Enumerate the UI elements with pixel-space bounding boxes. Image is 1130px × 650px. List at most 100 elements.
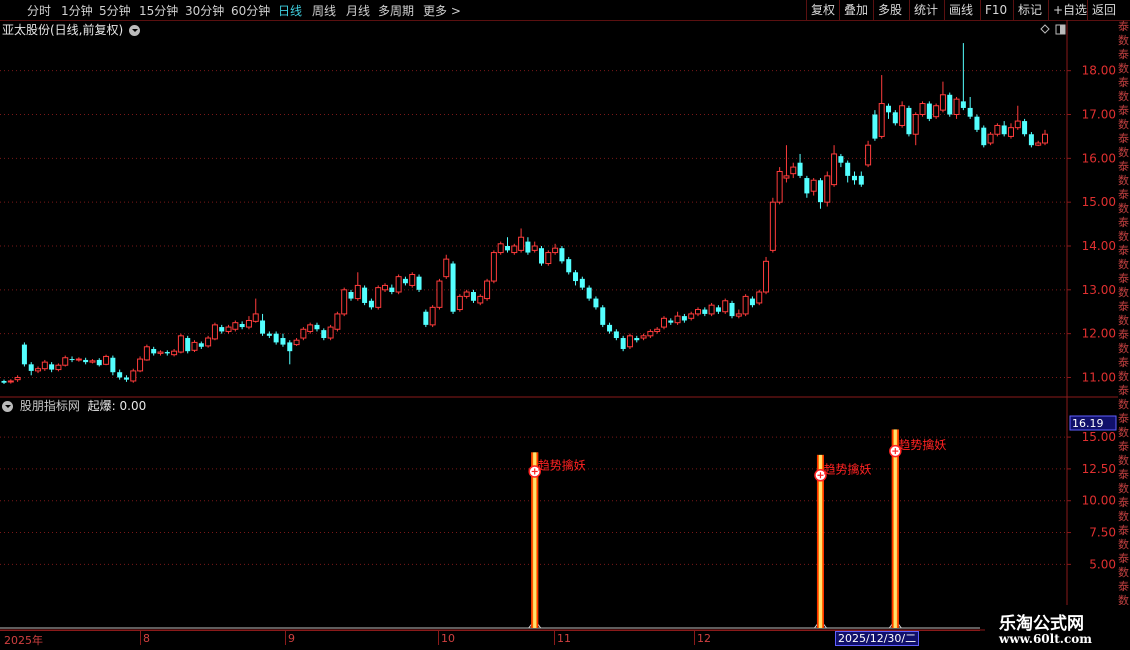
signal-label: 趋势擒妖 (823, 461, 871, 476)
candle-body (695, 309, 701, 315)
candle-body (735, 313, 742, 317)
candle-body (953, 98, 960, 116)
candle-body (899, 105, 906, 126)
candle-body (191, 341, 198, 351)
candle-body (939, 94, 946, 111)
candle-body (273, 333, 279, 343)
candle-body (947, 94, 953, 115)
candle-body (443, 258, 450, 278)
candle-body (497, 243, 504, 254)
candle-body (674, 315, 681, 324)
candle-body (668, 320, 674, 323)
signal-bar-edge (536, 452, 539, 628)
candle-body (518, 236, 525, 251)
candle-body (1, 380, 7, 383)
candle-body (872, 114, 878, 139)
candle-body (409, 273, 416, 286)
candle-body (470, 292, 476, 301)
candle-body (450, 263, 456, 312)
candle-body (715, 307, 721, 312)
candle-body (293, 339, 300, 346)
candle-body (314, 324, 320, 330)
candle-body (1014, 120, 1021, 129)
price-axis-label: 17.00 (1082, 108, 1116, 122)
candle-body (490, 252, 497, 282)
candle-body (151, 348, 157, 354)
candle-body (626, 335, 633, 348)
date-axis-month: 10 (441, 632, 455, 645)
candle-body (600, 307, 606, 325)
candle-body (810, 179, 817, 192)
candle-body (348, 292, 354, 299)
date-axis-year: 2025年 (4, 634, 43, 647)
date-axis-month: 12 (697, 632, 711, 645)
candle-body (35, 368, 42, 372)
candle-body (640, 335, 647, 339)
candle-body (933, 105, 940, 118)
candle-body (368, 300, 374, 308)
price-axis-label: 12.00 (1082, 327, 1116, 341)
candle-body (62, 357, 69, 366)
candle-body (593, 298, 599, 308)
candle-body (573, 272, 579, 282)
candle-body (75, 358, 82, 361)
candle-body (960, 101, 966, 108)
candle-body (974, 116, 980, 130)
candle-body (613, 331, 619, 339)
candle-body (708, 304, 715, 315)
candle-body (300, 328, 307, 339)
candle-body (817, 180, 823, 203)
candle-body (117, 372, 123, 378)
signal-bar-edge (897, 429, 899, 628)
candle-body (981, 127, 987, 146)
candle-body (28, 364, 34, 371)
price-axis-label: 16.00 (1082, 151, 1116, 165)
candle-body (681, 316, 687, 321)
candle-body (198, 343, 204, 347)
candle-body (429, 306, 436, 326)
candle-body (49, 364, 55, 370)
candle-body (463, 291, 470, 297)
candle-body (926, 103, 932, 119)
candle-body (769, 201, 776, 251)
candle-body (89, 360, 96, 363)
price-axis-label: 15.00 (1082, 195, 1116, 209)
candle-body (185, 338, 191, 352)
candle-body (790, 166, 797, 175)
candle-body (334, 313, 341, 330)
indicator-title-bar: 股朋指标网 起爆: 0.00 (2, 398, 146, 414)
candle-body (402, 278, 408, 284)
candle-body (354, 284, 361, 300)
candle-body (96, 359, 102, 366)
candle-body (423, 311, 429, 325)
watermark-url: www.60lt.com (999, 632, 1092, 646)
date-axis: 2025年 8 9 10 11 12 (0, 630, 980, 647)
candle-body (143, 346, 150, 361)
candle-body (660, 317, 667, 328)
candle-body (389, 287, 395, 293)
candle-body (103, 355, 110, 365)
candle-body (245, 319, 252, 328)
candle-body (634, 338, 640, 341)
candle-body (130, 370, 137, 382)
chevron-down-icon[interactable] (2, 401, 13, 412)
candle-body (260, 320, 266, 334)
candle-body (177, 335, 184, 353)
signal-label: 趋势擒妖 (898, 437, 946, 452)
candle-body (55, 364, 62, 371)
candle-body (559, 248, 565, 262)
candle-body (525, 241, 531, 253)
candle-body (620, 338, 626, 349)
candle-body (327, 326, 334, 339)
candle-body (729, 302, 735, 317)
candle-body (776, 170, 783, 203)
candle-body (41, 361, 48, 370)
candle-body (722, 300, 729, 313)
candle-body (375, 287, 382, 308)
date-axis-month: 11 (557, 632, 571, 645)
candle-body (878, 103, 885, 137)
indicator-axis-label: 7.50 (1089, 526, 1116, 540)
candle-body (654, 328, 661, 332)
kline-chart[interactable]: 11.00 12.00 13.00 14.00 15.00 16.00 17.00 18.00… (0, 0, 1130, 650)
candle-body (280, 338, 286, 345)
